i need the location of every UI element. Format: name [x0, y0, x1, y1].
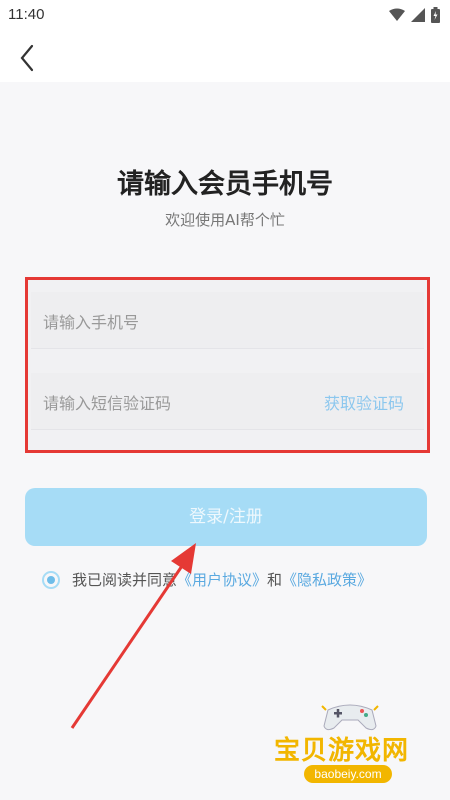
agreement-prefix: 我已阅读并同意 — [72, 571, 178, 589]
wifi-icon — [389, 8, 405, 21]
page-title: 请输入会员手机号 — [117, 169, 333, 200]
back-arrow-icon — [20, 44, 34, 72]
gamepad-icon — [321, 704, 379, 731]
phone-field[interactable]: 请输入手机号 — [31, 292, 424, 349]
login-register-button[interactable]: 登录/注册 — [25, 488, 427, 546]
battery-icon — [431, 7, 440, 23]
signal-icon — [411, 8, 425, 22]
radio-checked-dot — [47, 575, 55, 584]
status-icons — [389, 7, 440, 23]
page-subtitle: 欢迎使用AI帮个忙 — [165, 211, 285, 229]
watermark-url: baobeiy.com — [304, 765, 392, 783]
nav-bar — [0, 32, 450, 82]
phone-placeholder: 请输入手机号 — [43, 313, 140, 332]
status-time: 11:40 — [8, 6, 45, 23]
site-watermark: 宝贝游戏网 baobeiy.com — [270, 700, 440, 790]
watermark-text: 宝贝游戏网 — [274, 736, 410, 766]
login-content: 请输入会员手机号 欢迎使用AI帮个忙 请输入手机号 请输入短信验证码 获取验证码… — [0, 82, 450, 800]
status-bar: 11:40 — [0, 0, 450, 32]
privacy-policy-link[interactable]: 《隐私政策》 — [282, 569, 372, 590]
agreement-radio[interactable] — [42, 570, 60, 589]
user-agreement-link[interactable]: 《用户协议》 — [177, 569, 267, 590]
back-button[interactable] — [14, 42, 42, 74]
sms-code-placeholder: 请输入短信验证码 — [43, 394, 172, 413]
agreement-row: 我已阅读并同意 《用户协议》 和 《隐私政策》 — [42, 569, 372, 590]
login-form-highlight: 请输入手机号 请输入短信验证码 获取验证码 — [25, 277, 430, 453]
agreement-conjunction: 和 — [267, 571, 283, 589]
get-code-button[interactable]: 获取验证码 — [324, 390, 404, 414]
sms-code-field[interactable]: 请输入短信验证码 获取验证码 — [31, 373, 424, 430]
